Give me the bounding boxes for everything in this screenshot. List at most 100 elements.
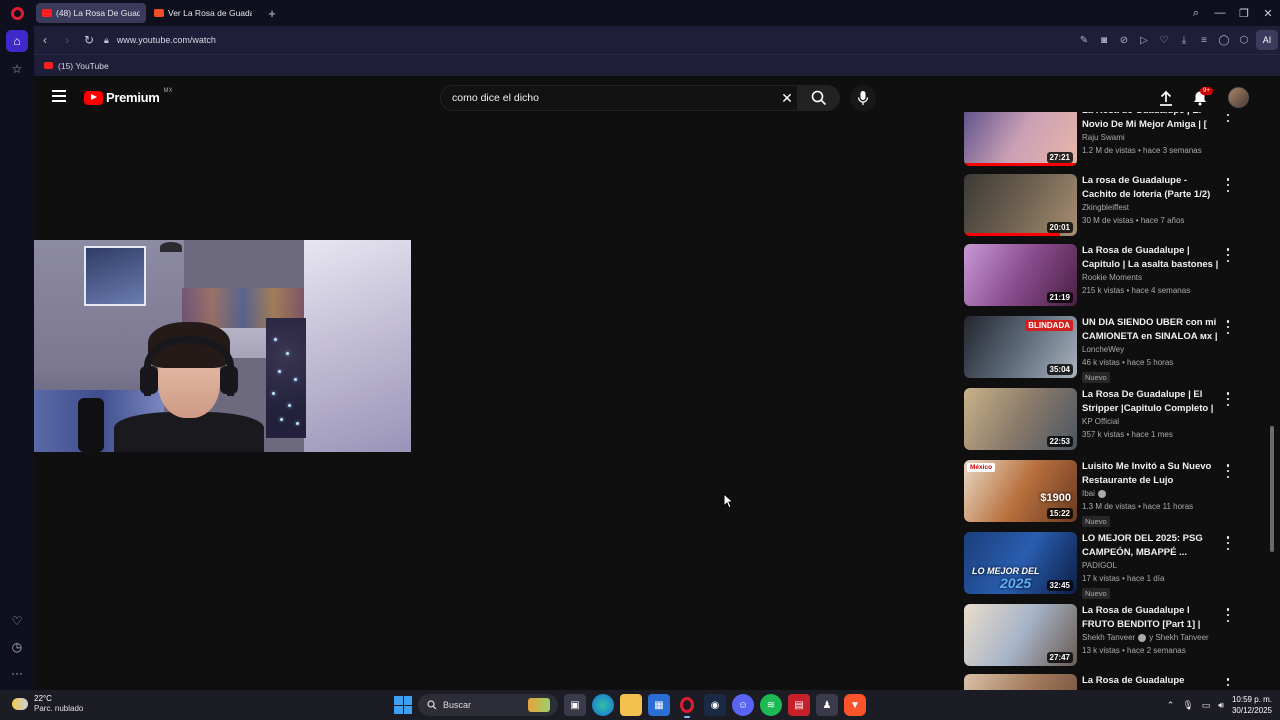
display-icon[interactable]: ▭: [1202, 700, 1211, 711]
video-title[interactable]: La Rosa De Guadalupe | El Stripper |Capi…: [1082, 388, 1220, 415]
voice-search-button[interactable]: [850, 85, 876, 111]
ai-button[interactable]: AI: [1256, 30, 1278, 50]
video-title[interactable]: Luisito Me Invitó a Su Nuevo Restaurante…: [1082, 460, 1220, 487]
channel-name[interactable]: KP Official: [1082, 417, 1119, 426]
page-scrollbar[interactable]: [1270, 426, 1274, 552]
minimize-button[interactable]: —: [1208, 7, 1232, 19]
reload-icon[interactable]: ↻: [78, 33, 100, 47]
edge-browser-icon[interactable]: [592, 694, 614, 716]
more-actions-icon[interactable]: [1224, 112, 1232, 122]
recommended-video[interactable]: 27:47 La Rosa de Guadalupe I FRUTO BENDIT…: [964, 604, 1239, 670]
clock[interactable]: 10:59 p. m. 30/12/2025: [1232, 694, 1272, 716]
maximize-button[interactable]: ❐: [1232, 7, 1256, 20]
tab-search-icon[interactable]: ⌕: [1184, 7, 1208, 20]
menu-icon[interactable]: ≡: [1194, 35, 1214, 46]
menu-hamburger-icon[interactable]: [52, 90, 66, 102]
profile-icon[interactable]: ◯: [1214, 35, 1234, 46]
recommended-video[interactable]: 27:21 La Rosa de Guadalupe | El Novio De …: [964, 112, 1239, 170]
windows-start-icon[interactable]: [394, 696, 412, 714]
video-title[interactable]: La Rosa de Guadalupe I FRUTO BENDITO [Pa…: [1082, 604, 1220, 631]
recommended-video[interactable]: 22:53 La Rosa De Guadalupe | El Stripper …: [964, 388, 1239, 454]
lock-icon[interactable]: 🔒︎: [104, 35, 109, 46]
camera-icon[interactable]: ◙: [1094, 35, 1114, 46]
video-title[interactable]: La Rosa de Guadalupe | Capitulo | La asa…: [1082, 244, 1220, 271]
channel-name[interactable]: Ibai: [1082, 489, 1095, 498]
steam-icon[interactable]: ◉: [704, 694, 726, 716]
video-title[interactable]: La Rosa de Guadalupe Capítulo 2025 ¿TE S…: [1082, 674, 1220, 690]
bookmark-item[interactable]: (15) YouTube: [58, 61, 109, 71]
brave-browser-icon[interactable]: ▼: [844, 694, 866, 716]
more-actions-icon[interactable]: [1224, 392, 1232, 406]
video-title[interactable]: La rosa de Guadalupe - Cachito de loterí…: [1082, 174, 1220, 201]
video-thumbnail[interactable]: 27:47: [964, 604, 1077, 666]
video-title[interactable]: La Rosa de Guadalupe | El Novio De Mi Me…: [1082, 112, 1220, 131]
discord-icon[interactable]: ☺: [732, 694, 754, 716]
channel-name[interactable]: PADIGOL: [1082, 561, 1117, 570]
video-thumbnail[interactable]: 20:01: [964, 174, 1077, 236]
extensions-icon[interactable]: ⬡: [1234, 35, 1254, 46]
heart-icon[interactable]: ♡: [0, 608, 34, 634]
url-field[interactable]: www.youtube.com/watch: [117, 35, 216, 45]
opera-logo-icon[interactable]: [0, 0, 34, 26]
video-thumbnail[interactable]: $1900 México 15:22: [964, 460, 1077, 522]
video-title[interactable]: UN DIA SIENDO UBER con mi CAMIONETA en S…: [1082, 316, 1220, 343]
browser-tab[interactable]: Ver La Rosa de Guadalupe: [148, 3, 258, 23]
recommended-video[interactable]: $1900 México 15:22 Luisito Me Invitó a Su N…: [964, 460, 1239, 527]
search-input[interactable]: como dice el dicho: [440, 85, 798, 111]
task-view-icon[interactable]: ▣: [564, 694, 586, 716]
file-explorer-icon[interactable]: [620, 694, 642, 716]
player-icon[interactable]: ▷: [1134, 35, 1154, 46]
video-thumbnail[interactable]: 22:53: [964, 388, 1077, 450]
channel-name[interactable]: Raju Swami: [1082, 133, 1125, 142]
channel-name[interactable]: Rookie Moments: [1082, 273, 1142, 282]
upload-button[interactable]: [1156, 88, 1176, 108]
forward-button[interactable]: ›: [56, 33, 78, 47]
spotify-icon[interactable]: ≋: [760, 694, 782, 716]
app-icon[interactable]: ♟: [816, 694, 838, 716]
more-actions-icon[interactable]: [1224, 464, 1232, 478]
channel-name[interactable]: Shekh Tanveer: [1082, 633, 1135, 642]
speaker-icon[interactable]: 🔊︎: [1218, 700, 1224, 711]
edit-icon[interactable]: ✎: [1074, 35, 1094, 46]
channel-name[interactable]: Zkingbleiffest: [1082, 203, 1129, 212]
taskbar-search[interactable]: Buscar: [418, 694, 558, 716]
microphone-icon[interactable]: 🎙︎: [1182, 700, 1193, 711]
home-icon[interactable]: ⌂: [6, 30, 28, 52]
more-actions-icon[interactable]: [1224, 608, 1232, 622]
back-button[interactable]: ‹: [34, 33, 56, 47]
heart-icon[interactable]: ♡: [1154, 35, 1174, 46]
recommended-video[interactable]: LO MEJOR DEL 2025 32:45 LO MEJOR DEL 2025: …: [964, 532, 1239, 599]
recommended-video[interactable]: 20:01 La rosa de Guadalupe - Cachito de l…: [964, 174, 1239, 240]
video-thumbnail[interactable]: LO MEJOR DEL 2025 32:45: [964, 532, 1077, 594]
chevron-up-icon[interactable]: ⌃: [1167, 700, 1175, 711]
youtube-logo[interactable]: Premium MX: [84, 88, 173, 105]
video-title[interactable]: LO MEJOR DEL 2025: PSG CAMPEÓN, MBAPPÉ .…: [1082, 532, 1220, 559]
close-window-button[interactable]: ✕: [1256, 7, 1280, 20]
bookmark-star-icon[interactable]: ☆: [0, 56, 34, 82]
more-actions-icon[interactable]: [1224, 320, 1232, 334]
clear-search-icon[interactable]: ✕: [776, 85, 798, 111]
new-tab-button[interactable]: +: [264, 5, 280, 21]
opera-browser-icon[interactable]: [676, 694, 698, 718]
video-thumbnail[interactable]: BLINDADA 35:04: [964, 316, 1077, 378]
stream-app-icon[interactable]: ▤: [788, 694, 810, 716]
video-thumbnail[interactable]: [964, 674, 1077, 690]
recommended-video[interactable]: BLINDADA 35:04 UN DIA SIENDO UBER con mi C…: [964, 316, 1239, 383]
shield-icon[interactable]: ⊘: [1114, 35, 1134, 46]
browser-tab-active[interactable]: (48) La Rosa De Guadalupe: [36, 3, 146, 23]
more-actions-icon[interactable]: [1224, 678, 1232, 690]
more-actions-icon[interactable]: [1224, 248, 1232, 262]
channel-name[interactable]: LoncheWey: [1082, 345, 1124, 354]
history-clock-icon[interactable]: ◷: [0, 634, 34, 660]
search-button[interactable]: [798, 85, 840, 111]
recommended-video[interactable]: 21:19 La Rosa de Guadalupe | Capitulo | L…: [964, 244, 1239, 310]
store-icon[interactable]: ▦: [648, 694, 670, 716]
more-options-icon[interactable]: ···: [0, 660, 34, 686]
video-thumbnail[interactable]: 21:19: [964, 244, 1077, 306]
avatar[interactable]: [1228, 87, 1249, 108]
weather-widget[interactable]: 22°C Parc. nublado: [12, 694, 83, 714]
recommended-video[interactable]: La Rosa de Guadalupe Capítulo 2025 ¿TE S…: [964, 674, 1239, 690]
video-thumbnail[interactable]: 27:21: [964, 112, 1077, 166]
more-actions-icon[interactable]: [1224, 536, 1232, 550]
download-icon[interactable]: ⤓: [1174, 35, 1194, 46]
